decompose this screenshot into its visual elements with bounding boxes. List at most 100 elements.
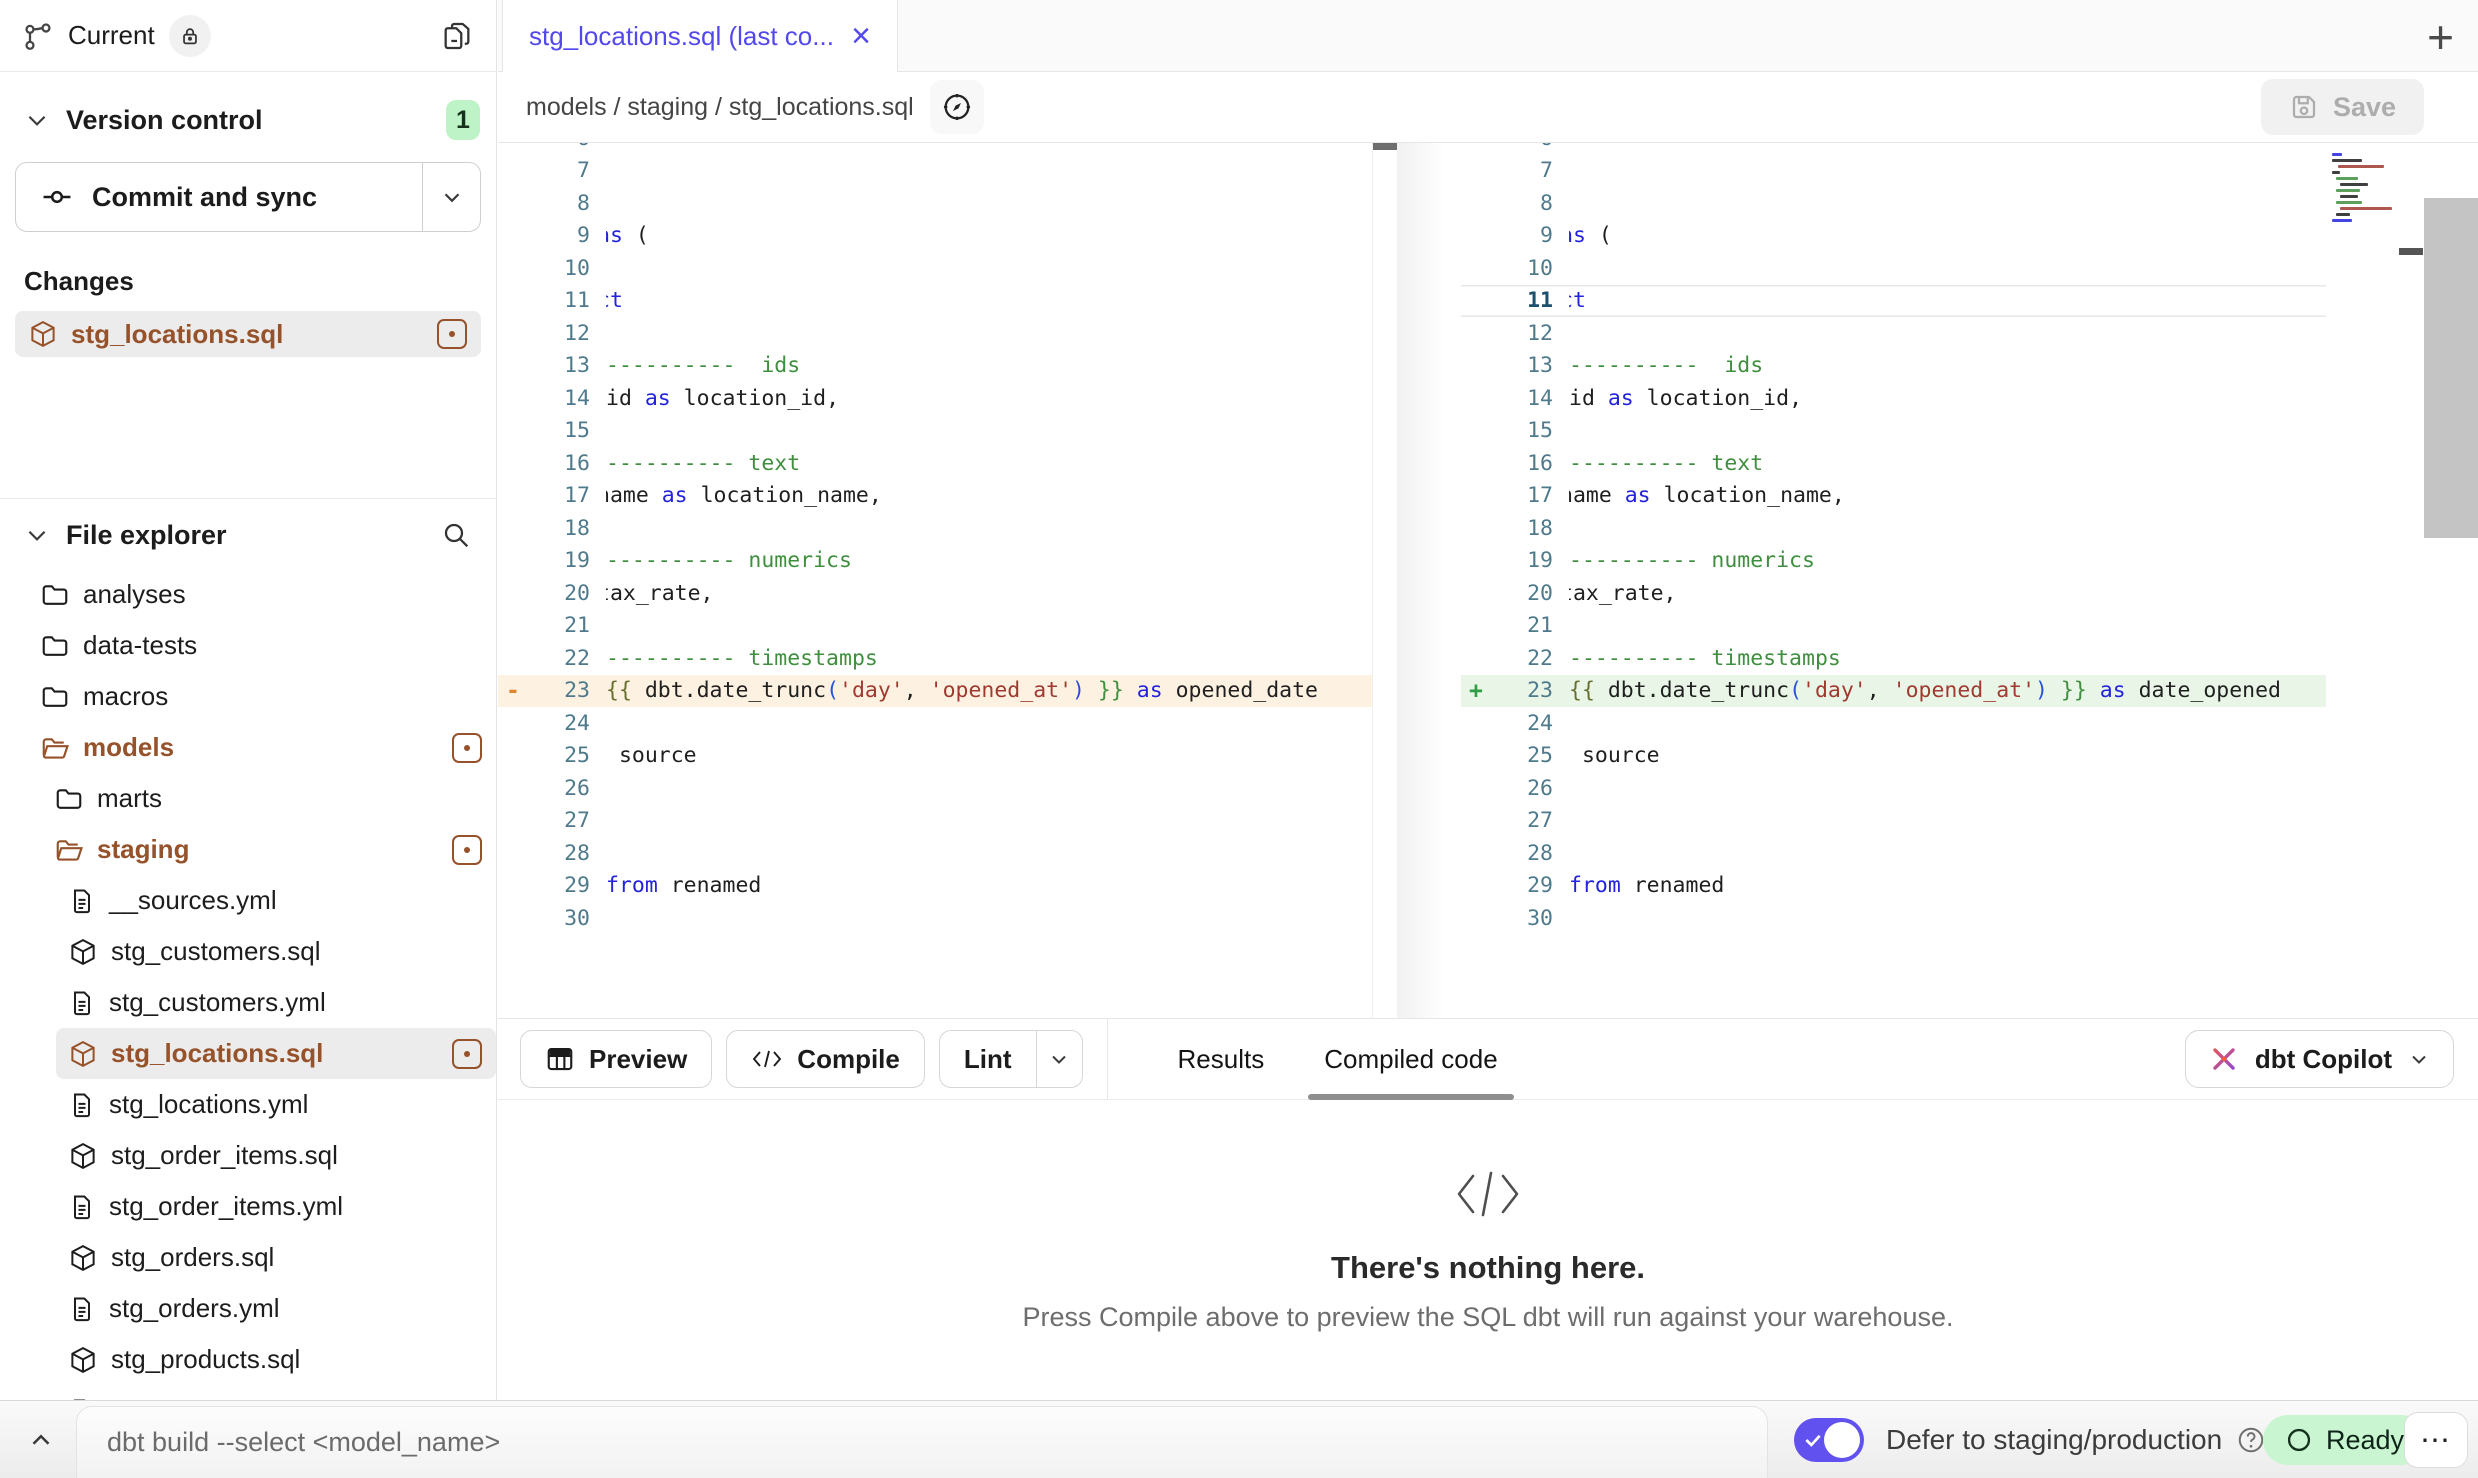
connection-status-badge[interactable]: Ready	[2263, 1415, 2426, 1465]
code-line-23[interactable]: -23{{ dbt.date_trunc('day', 'opened_at')…	[498, 675, 1372, 708]
file-item-data-tests[interactable]: data-tests	[0, 620, 496, 671]
code-line-20[interactable]: 20tax_rate,	[1461, 577, 2326, 610]
code-line-25[interactable]: 25 source	[1461, 740, 2326, 773]
copy-icon[interactable]	[440, 19, 474, 53]
lineage-button[interactable]	[930, 80, 984, 134]
diff-pane-modified[interactable]: 6789as (1011ct1213---------- ids14id as …	[1461, 143, 2326, 1018]
preview-button[interactable]: Preview	[520, 1030, 712, 1088]
file-item-stg-order-items-yml[interactable]: stg_order_items.yml	[0, 1181, 496, 1232]
code-line-8[interactable]: 8	[498, 187, 1372, 220]
panel-tab-compiled-code[interactable]: Compiled code	[1294, 1019, 1527, 1100]
code-line-6[interactable]: 6	[1461, 143, 2326, 155]
code-line-26[interactable]: 26	[1461, 772, 2326, 805]
file-item-stg-customers-yml[interactable]: stg_customers.yml	[0, 977, 496, 1028]
code-line-28[interactable]: 28	[1461, 837, 2326, 870]
code-line-14[interactable]: 14id as location_id,	[498, 382, 1372, 415]
code-line-12[interactable]: 12	[498, 317, 1372, 350]
panel-tab-results[interactable]: Results	[1148, 1019, 1295, 1100]
lint-button[interactable]: Lint	[940, 1031, 1036, 1087]
file-item-marts[interactable]: marts	[0, 773, 496, 824]
code-line-7[interactable]: 7	[1461, 155, 2326, 188]
code-line-29[interactable]: 29from renamed	[1461, 870, 2326, 903]
close-icon[interactable]: ×	[851, 19, 871, 53]
chevron-up-icon[interactable]	[26, 1425, 56, 1455]
code-line-17[interactable]: 17name as location_name,	[498, 480, 1372, 513]
code-line-27[interactable]: 27	[498, 805, 1372, 838]
code-line-13[interactable]: 13---------- ids	[498, 350, 1372, 383]
code-line-18[interactable]: 18	[1461, 512, 2326, 545]
version-control-header[interactable]: Version control 1	[0, 72, 496, 156]
file-item-stg-products-sql[interactable]: stg_products.sql	[0, 1334, 496, 1385]
code-line-28[interactable]: 28	[498, 837, 1372, 870]
code-line-22[interactable]: 22---------- timestamps	[498, 642, 1372, 675]
code-line-30[interactable]: 30	[498, 902, 1372, 935]
code-line-26[interactable]: 26	[498, 772, 1372, 805]
file-item-stg-customers-sql[interactable]: stg_customers.sql	[0, 926, 496, 977]
code-line-17[interactable]: 17name as location_name,	[1461, 480, 2326, 513]
code-line-23[interactable]: +23{{ dbt.date_trunc('day', 'opened_at')…	[1461, 675, 2326, 708]
code-line-18[interactable]: 18	[498, 512, 1372, 545]
file-item-staging[interactable]: staging	[0, 824, 496, 875]
code-line-14[interactable]: 14id as location_id,	[1461, 382, 2326, 415]
file-item--sources-yml[interactable]: __sources.yml	[0, 875, 496, 926]
code-line-24[interactable]: 24	[498, 707, 1372, 740]
code-line-19[interactable]: 19---------- numerics	[498, 545, 1372, 578]
defer-toggle[interactable]	[1794, 1418, 1864, 1462]
command-input[interactable]	[107, 1427, 1607, 1458]
code-line-16[interactable]: 16---------- text	[498, 447, 1372, 480]
save-button-label: Save	[2333, 92, 2396, 123]
code-line-30[interactable]: 30	[1461, 902, 2326, 935]
editor-rail	[2326, 143, 2478, 1018]
commit-and-sync-button[interactable]: Commit and sync	[15, 162, 481, 232]
scrollbar-thumb[interactable]	[2424, 198, 2478, 538]
pane-divider[interactable]	[1372, 143, 1461, 1018]
tab-stg-locations[interactable]: stg_locations.sql (last co... ×	[502, 0, 898, 72]
code-line-9[interactable]: 9as (	[498, 220, 1372, 253]
code-line-15[interactable]: 15	[1461, 415, 2326, 448]
lint-options-caret[interactable]	[1036, 1031, 1082, 1087]
dbt-copilot-button[interactable]: dbt Copilot	[2185, 1030, 2454, 1088]
file-item-stg-orders-yml[interactable]: stg_orders.yml	[0, 1283, 496, 1334]
search-icon[interactable]	[440, 519, 472, 551]
file-item-analyses[interactable]: analyses	[0, 569, 496, 620]
code-line-12[interactable]: 12	[1461, 317, 2326, 350]
code-line-25[interactable]: 25 source	[498, 740, 1372, 773]
diff-pane-original[interactable]: 6789as ( 10 11ct1213---------- ids14id as …	[498, 143, 1372, 1018]
line-number: 10	[528, 256, 590, 281]
code-line-6[interactable]: 6	[498, 143, 1372, 155]
code-line-27[interactable]: 27	[1461, 805, 2326, 838]
commit-options-caret[interactable]	[422, 163, 480, 231]
minimap[interactable]	[2329, 149, 2401, 229]
code-line-11[interactable]: 11ct	[1461, 285, 2326, 318]
code-line-24[interactable]: 24	[1461, 707, 2326, 740]
code-line-13[interactable]: 13---------- ids	[1461, 350, 2326, 383]
code-line-10[interactable]: 10	[498, 252, 1372, 285]
compile-button[interactable]: Compile	[726, 1030, 925, 1088]
code-line-15[interactable]: 15	[498, 415, 1372, 448]
file-item-stg-products-yml[interactable]: stg_products.yml	[0, 1385, 496, 1400]
code-line-8[interactable]: 8	[1461, 187, 2326, 220]
code-line-21[interactable]: 21	[1461, 610, 2326, 643]
code-line-29[interactable]: 29from renamed	[498, 870, 1372, 903]
file-item-models[interactable]: models	[0, 722, 496, 773]
file-item-stg-order-items-sql[interactable]: stg_order_items.sql	[0, 1130, 496, 1181]
help-icon[interactable]	[2236, 1425, 2266, 1455]
code-line-21[interactable]: 21	[498, 610, 1372, 643]
more-options-button[interactable]: ⋯	[2404, 1412, 2468, 1468]
code-line-22[interactable]: 22---------- timestamps	[1461, 642, 2326, 675]
file-item-stg-orders-sql[interactable]: stg_orders.sql	[0, 1232, 496, 1283]
change-item[interactable]: stg_locations.sql	[15, 311, 481, 357]
code-line-20[interactable]: 20tax_rate,	[498, 577, 1372, 610]
save-button[interactable]: Save	[2261, 79, 2424, 135]
new-tab-button[interactable]: +	[2427, 10, 2454, 64]
code-line-11[interactable]: 11ct	[498, 285, 1372, 318]
code-line-7[interactable]: 7	[498, 155, 1372, 188]
file-explorer-header[interactable]: File explorer	[0, 499, 496, 565]
code-line-16[interactable]: 16---------- text	[1461, 447, 2326, 480]
code-line-9[interactable]: 9as (	[1461, 220, 2326, 253]
file-item-stg-locations-yml[interactable]: stg_locations.yml	[0, 1079, 496, 1130]
code-line-10[interactable]: 10	[1461, 252, 2326, 285]
file-item-stg-locations-sql[interactable]: stg_locations.sql	[56, 1028, 496, 1079]
code-line-19[interactable]: 19---------- numerics	[1461, 545, 2326, 578]
file-item-macros[interactable]: macros	[0, 671, 496, 722]
